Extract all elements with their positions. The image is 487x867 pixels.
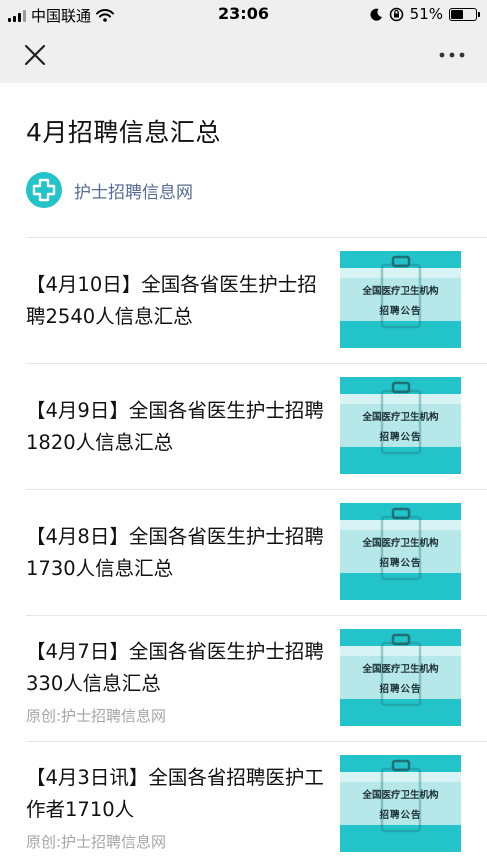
article-item[interactable]: 【4月7日】全国各省医生护士招聘330人信息汇总 原创:护士招聘信息网 全国医疗…: [26, 616, 487, 742]
article-title[interactable]: 【4月9日】全国各省医生护士招聘1820人信息汇总: [26, 395, 326, 459]
article-item[interactable]: 【4月9日】全国各省医生护士招聘1820人信息汇总 全国医疗卫生机构 招聘公告: [26, 364, 487, 490]
nav-bar: [0, 28, 487, 83]
thumbnail-line-1: 全国医疗卫生机构: [362, 664, 439, 675]
thumbnail-line-2: 招聘公告: [379, 684, 422, 695]
orientation-lock-icon: [389, 7, 403, 21]
article-thumbnail[interactable]: 全国医疗卫生机构 招聘公告: [340, 503, 461, 600]
moon-icon: [370, 8, 382, 21]
battery-percent: 51%: [409, 5, 443, 23]
article-item[interactable]: 【4月3日讯】全国各省招聘医护工作者1710人 原创:护士招聘信息网 全国医疗卫…: [26, 742, 487, 867]
article-thumbnail[interactable]: 全国医疗卫生机构 招聘公告: [340, 755, 461, 852]
account-link[interactable]: 护士招聘信息网: [26, 172, 193, 208]
thumbnail-line-2: 招聘公告: [379, 306, 422, 317]
close-icon[interactable]: [22, 42, 48, 68]
medical-cross-icon: [26, 172, 62, 208]
article-thumbnail[interactable]: 全国医疗卫生机构 招聘公告: [340, 251, 461, 348]
article-thumbnail[interactable]: 全国医疗卫生机构 招聘公告: [340, 377, 461, 474]
article-title[interactable]: 【4月3日讯】全国各省招聘医护工作者1710人: [26, 762, 326, 826]
article-title[interactable]: 【4月8日】全国各省医生护士招聘1730人信息汇总: [26, 521, 326, 585]
more-icon[interactable]: [437, 44, 467, 66]
thumbnail-line-2: 招聘公告: [379, 558, 422, 569]
thumbnail-line-2: 招聘公告: [379, 432, 422, 443]
article-title[interactable]: 【4月10日】全国各省医生护士招聘2540人信息汇总: [26, 269, 326, 333]
article-item[interactable]: 【4月10日】全国各省医生护士招聘2540人信息汇总 全国医疗卫生机构 招聘公告: [26, 238, 487, 364]
thumbnail-line-1: 全国医疗卫生机构: [362, 538, 439, 549]
thumbnail-line-1: 全国医疗卫生机构: [362, 412, 439, 423]
account-name[interactable]: 护士招聘信息网: [74, 178, 193, 203]
article-list: 【4月10日】全国各省医生护士招聘2540人信息汇总 全国医疗卫生机构 招聘公告…: [26, 237, 487, 867]
page-title: 4月招聘信息汇总: [26, 118, 221, 147]
article-source: 原创:护士招聘信息网: [26, 707, 167, 725]
article-thumbnail[interactable]: 全国医疗卫生机构 招聘公告: [340, 629, 461, 726]
thumbnail-line-1: 全国医疗卫生机构: [362, 790, 439, 801]
thumbnail-line-2: 招聘公告: [379, 810, 422, 821]
status-right: 51%: [370, 5, 480, 23]
thumbnail-line-1: 全国医疗卫生机构: [362, 286, 439, 297]
article-source: 原创:护士招聘信息网: [26, 833, 167, 851]
article-title[interactable]: 【4月7日】全国各省医生护士招聘330人信息汇总: [26, 636, 326, 700]
battery-icon: [449, 7, 480, 21]
article-item[interactable]: 【4月8日】全国各省医生护士招聘1730人信息汇总 全国医疗卫生机构 招聘公告: [26, 490, 487, 616]
status-bar: 中国联通 23:06 51%: [0, 0, 487, 28]
